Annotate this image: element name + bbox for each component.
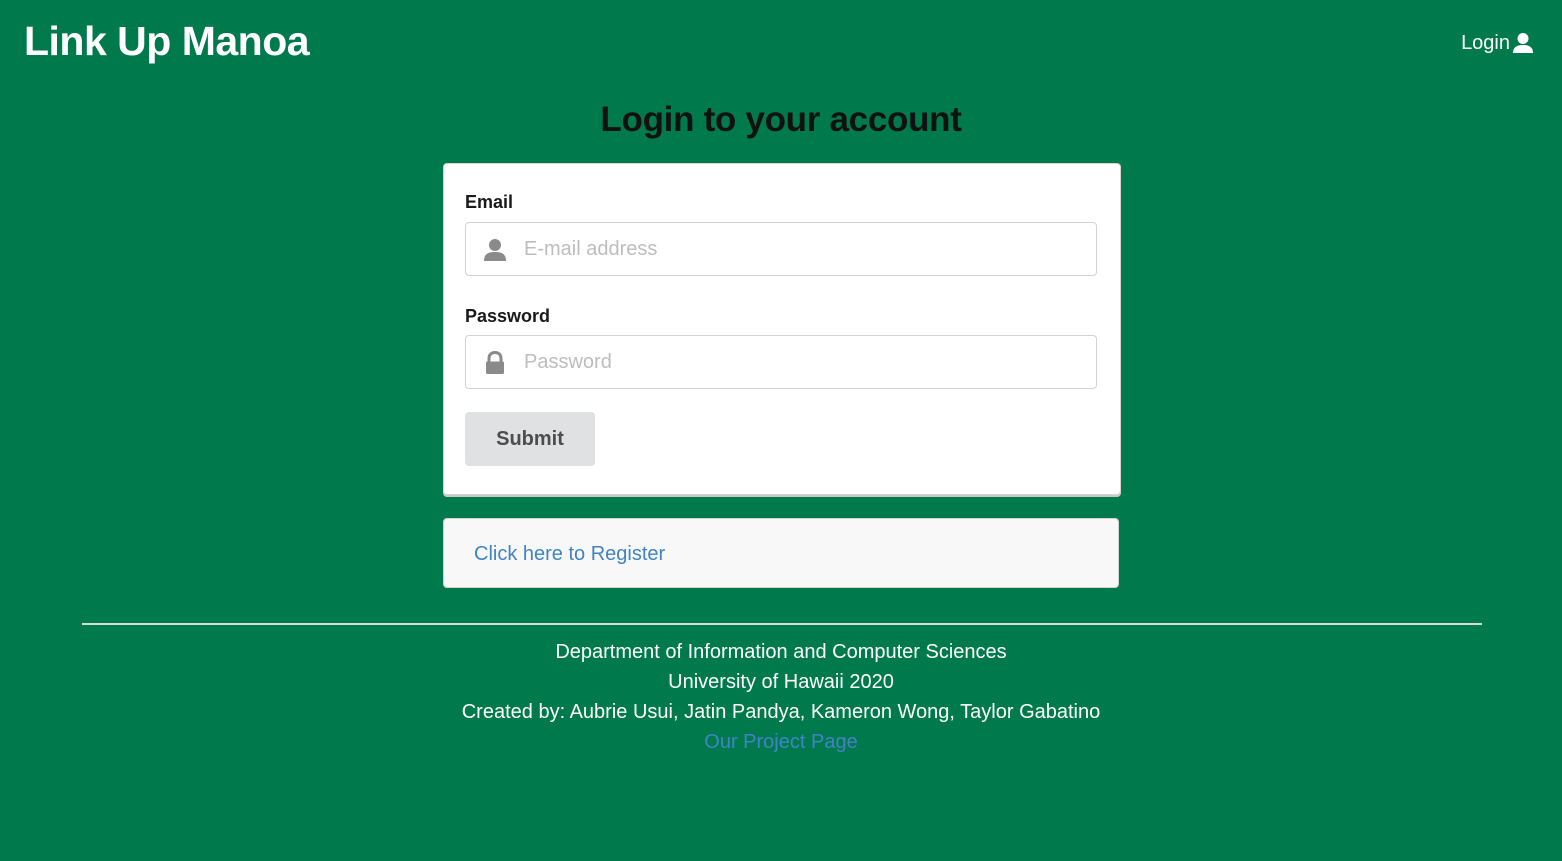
submit-button[interactable]: Submit xyxy=(465,412,595,466)
brand-logo[interactable]: Link Up Manoa xyxy=(24,14,310,68)
login-menu-link[interactable]: Login xyxy=(1461,30,1534,56)
register-message-box: Click here to Register xyxy=(443,518,1119,588)
user-icon xyxy=(1513,33,1533,53)
footer-department: Department of Information and Computer S… xyxy=(555,641,1007,663)
navbar: Link Up Manoa Login xyxy=(0,0,1562,86)
lock-icon xyxy=(486,351,504,374)
register-link[interactable]: Click here to Register xyxy=(474,541,665,567)
email-field-wrapper xyxy=(465,222,1097,276)
footer-credits: Created by: Aubrie Usui, Jatin Pandya, K… xyxy=(461,701,1101,723)
page-title: Login to your account xyxy=(600,100,962,139)
footer-divider xyxy=(82,623,1482,625)
password-field-wrapper xyxy=(465,335,1097,389)
login-label: Login xyxy=(1461,32,1510,54)
password-label: Password xyxy=(465,306,551,326)
password-input[interactable] xyxy=(524,336,1084,388)
login-form-card: Email Password Submit xyxy=(443,163,1121,495)
footer: Department of Information and Computer S… xyxy=(0,637,1562,757)
footer-university: University of Hawaii 2020 xyxy=(668,671,894,693)
email-input[interactable] xyxy=(524,223,1084,275)
email-label: Email xyxy=(465,192,514,212)
project-page-link[interactable]: Our Project Page xyxy=(704,731,857,753)
user-icon xyxy=(484,239,506,261)
